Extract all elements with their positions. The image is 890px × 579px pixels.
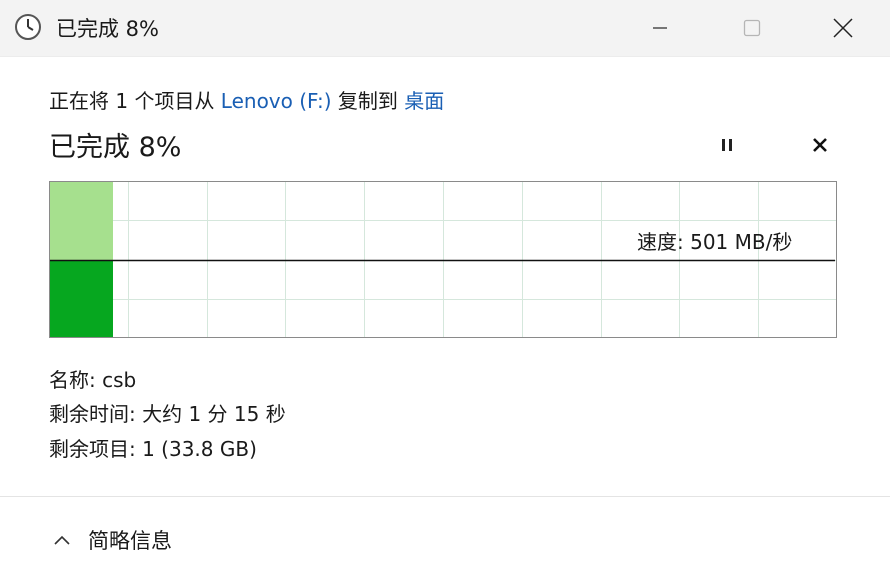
progress-heading: 已完成 8% [49,132,182,163]
window-title: 已完成 8% [56,17,159,41]
cancel-icon [813,138,827,152]
cancel-button[interactable] [803,128,837,162]
fewer-details-label: 简略信息 [88,529,172,553]
minimize-button[interactable] [615,0,705,56]
source-link[interactable]: Lenovo (F:) [221,89,332,113]
operation-middle: 复制到 [331,89,405,113]
speed-label: 速度: 501 MB/秒 [637,230,793,254]
title-bar: 已完成 8% [0,0,890,57]
items-remaining: 剩余项目: 1 (33.8 GB) [49,437,257,461]
chevron-up-icon [54,535,70,545]
time-remaining: 剩余时间: 大约 1 分 15 秒 [49,402,286,426]
pause-icon [722,139,732,151]
progress-fill-lower [50,261,113,337]
speed-graph [49,181,837,338]
close-button[interactable] [798,0,888,56]
clock-icon [15,14,41,40]
pause-button[interactable] [710,128,744,162]
footer: 简略信息 [0,496,890,579]
operation-prefix: 正在将 1 个项目从 [49,89,221,113]
operation-description: 正在将 1 个项目从 Lenovo (F:) 复制到 桌面 [49,85,444,114]
graph-grid [50,182,836,337]
progress-fill-upper [50,182,113,261]
maximize-icon [743,19,761,37]
maximize-button[interactable] [707,0,797,56]
fewer-details-toggle[interactable]: 简略信息 [52,523,172,557]
file-name: 名称: csb [49,368,137,392]
minimize-icon [653,27,667,29]
destination-link[interactable]: 桌面 [404,89,444,113]
close-icon [833,18,853,38]
